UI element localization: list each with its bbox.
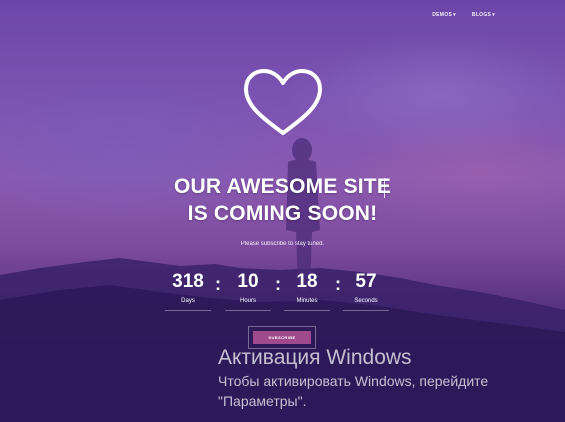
nav-item-blogs[interactable]: BLOGS▾ xyxy=(472,12,495,18)
subscribe-prompt: Please subscribe to stay tuned. xyxy=(240,241,325,247)
page-title-line-2: IS COMING SOON! xyxy=(187,202,378,225)
divider xyxy=(165,310,211,311)
divider xyxy=(284,310,330,311)
windows-activation-line-2: "Параметры". xyxy=(218,393,307,409)
countdown-minutes: 18 Minutes xyxy=(284,270,330,304)
chevron-down-icon: ▾ xyxy=(453,12,456,18)
countdown-timer: 318 Days : 10 Hours : 18 Minutes : 57 Se… xyxy=(165,270,401,312)
divider xyxy=(343,310,389,311)
text-cursor xyxy=(384,178,385,198)
countdown-hours-value: 10 xyxy=(237,271,259,292)
top-nav: DEMOS▾ BLOGS▾ xyxy=(432,12,495,18)
countdown-separator: : xyxy=(335,274,341,294)
subscribe-button[interactable]: SUBSCRIBE xyxy=(253,331,311,344)
chevron-down-icon: ▾ xyxy=(492,12,495,18)
countdown-hours: 10 Hours xyxy=(225,270,271,304)
countdown-seconds-value: 57 xyxy=(355,271,377,292)
countdown-separator: : xyxy=(215,274,221,294)
page-title-line-1: OUR AWESOME SITE xyxy=(173,175,392,198)
windows-activation-line-1: Чтобы активировать Windows, перейдите xyxy=(218,373,489,389)
countdown-days: 318 Days xyxy=(165,270,211,304)
heart-outline-icon xyxy=(244,69,322,135)
countdown-days-value: 318 xyxy=(172,271,204,292)
countdown-seconds-label: Seconds xyxy=(354,298,378,304)
divider xyxy=(225,310,271,311)
nav-item-demos[interactable]: DEMOS▾ xyxy=(432,12,456,18)
countdown-minutes-label: Minutes xyxy=(296,298,318,304)
countdown-seconds: 57 Seconds xyxy=(343,270,389,304)
countdown-separator: : xyxy=(275,274,281,294)
windows-activation-watermark: Активация Windows Чтобы активировать Win… xyxy=(218,345,488,411)
countdown-days-label: Days xyxy=(181,298,195,304)
countdown-hours-label: Hours xyxy=(239,298,256,304)
countdown-minutes-value: 18 xyxy=(296,271,318,292)
coming-soon-page: DEMOS▾ BLOGS▾ OUR AWESOME SITE IS COMING… xyxy=(0,0,565,422)
windows-activation-title: Активация Windows xyxy=(218,346,412,369)
